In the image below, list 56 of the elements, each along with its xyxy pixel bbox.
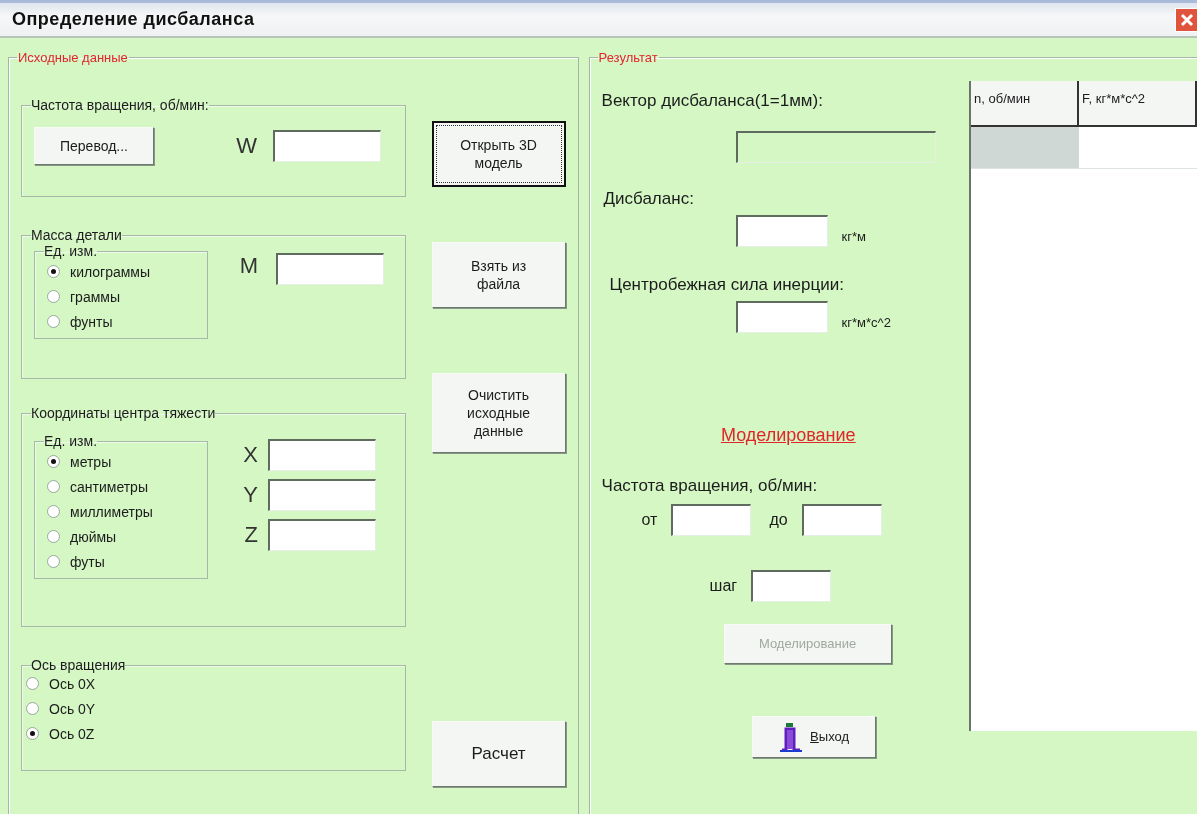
input-field[interactable] xyxy=(268,519,376,551)
calculate-button[interactable]: Расчет xyxy=(431,721,566,787)
force-label: Центробежная сила инерции: xyxy=(609,275,845,295)
column-header[interactable]: F, кг*м*с^2 xyxy=(1079,81,1197,125)
step-label: шаг xyxy=(709,577,738,595)
input-field[interactable] xyxy=(273,130,381,162)
exit-door-icon xyxy=(778,722,805,752)
simulation-link[interactable]: Моделирование xyxy=(720,425,856,446)
input-field[interactable] xyxy=(268,439,376,471)
radio-option[interactable]: футы xyxy=(47,549,195,574)
radio-option[interactable]: миллиметры xyxy=(47,499,195,524)
unit-label: кг*м*с^2 xyxy=(841,314,891,330)
speed-label: Частота вращения, об/мин: xyxy=(601,476,819,496)
imbalance-label: Дисбаланс: xyxy=(603,189,695,209)
close-icon xyxy=(1179,12,1194,27)
radio-option[interactable]: Ось 0Y xyxy=(26,696,393,721)
to-label: до xyxy=(769,511,788,529)
field-label: Z xyxy=(243,522,258,548)
radio-option[interactable]: фунты xyxy=(47,309,195,334)
radio-option[interactable]: сантиметры xyxy=(47,474,195,499)
radio-option[interactable]: дюймы xyxy=(47,524,195,549)
panel-legend: Результат xyxy=(597,50,659,65)
action-button[interactable]: Взять из файла xyxy=(431,242,566,308)
field-label: Y xyxy=(242,482,258,508)
from-label: от xyxy=(641,511,658,529)
field-label: W xyxy=(235,133,257,159)
group-legend: Координаты центра тяжести xyxy=(31,405,216,421)
column-header[interactable]: n, об/мин xyxy=(971,81,1079,125)
panel-legend: Исходные данные xyxy=(17,50,129,65)
from-field[interactable] xyxy=(671,504,752,536)
force-field[interactable] xyxy=(735,301,828,333)
field-label: X xyxy=(242,442,258,468)
imbalance-field[interactable] xyxy=(735,215,828,247)
step-field[interactable] xyxy=(751,570,832,602)
close-button[interactable] xyxy=(1175,7,1197,32)
action-button[interactable]: Открыть 3D модель xyxy=(431,121,566,187)
group-legend: Ед. изм. xyxy=(44,243,98,259)
vector-field[interactable] xyxy=(735,131,936,163)
group-legend: Ед. изм. xyxy=(44,433,98,449)
input-field[interactable] xyxy=(268,479,376,511)
exit-button[interactable]: Выход xyxy=(751,716,876,758)
radio-option[interactable]: Ось 0Z xyxy=(26,721,393,746)
vector-label: Вектор дисбаланса(1=1мм): xyxy=(601,91,824,111)
group-legend: Ось вращения xyxy=(31,657,126,673)
convert-button[interactable]: Перевод... xyxy=(34,127,154,165)
input-field[interactable] xyxy=(276,253,384,285)
radio-option[interactable]: граммы xyxy=(47,284,195,309)
to-field[interactable] xyxy=(801,504,882,536)
field-label: M xyxy=(238,253,258,279)
radio-option[interactable]: метры xyxy=(47,449,195,474)
unit-label: кг*м xyxy=(841,228,866,244)
action-button[interactable]: Очистить исходные данные xyxy=(431,373,566,453)
radio-option[interactable]: килограммы xyxy=(47,259,195,284)
group-legend: Масса детали xyxy=(31,227,122,243)
window-title: Определение дисбаланса xyxy=(12,9,255,30)
group-legend: Частота вращения, об/мин: xyxy=(31,97,209,113)
